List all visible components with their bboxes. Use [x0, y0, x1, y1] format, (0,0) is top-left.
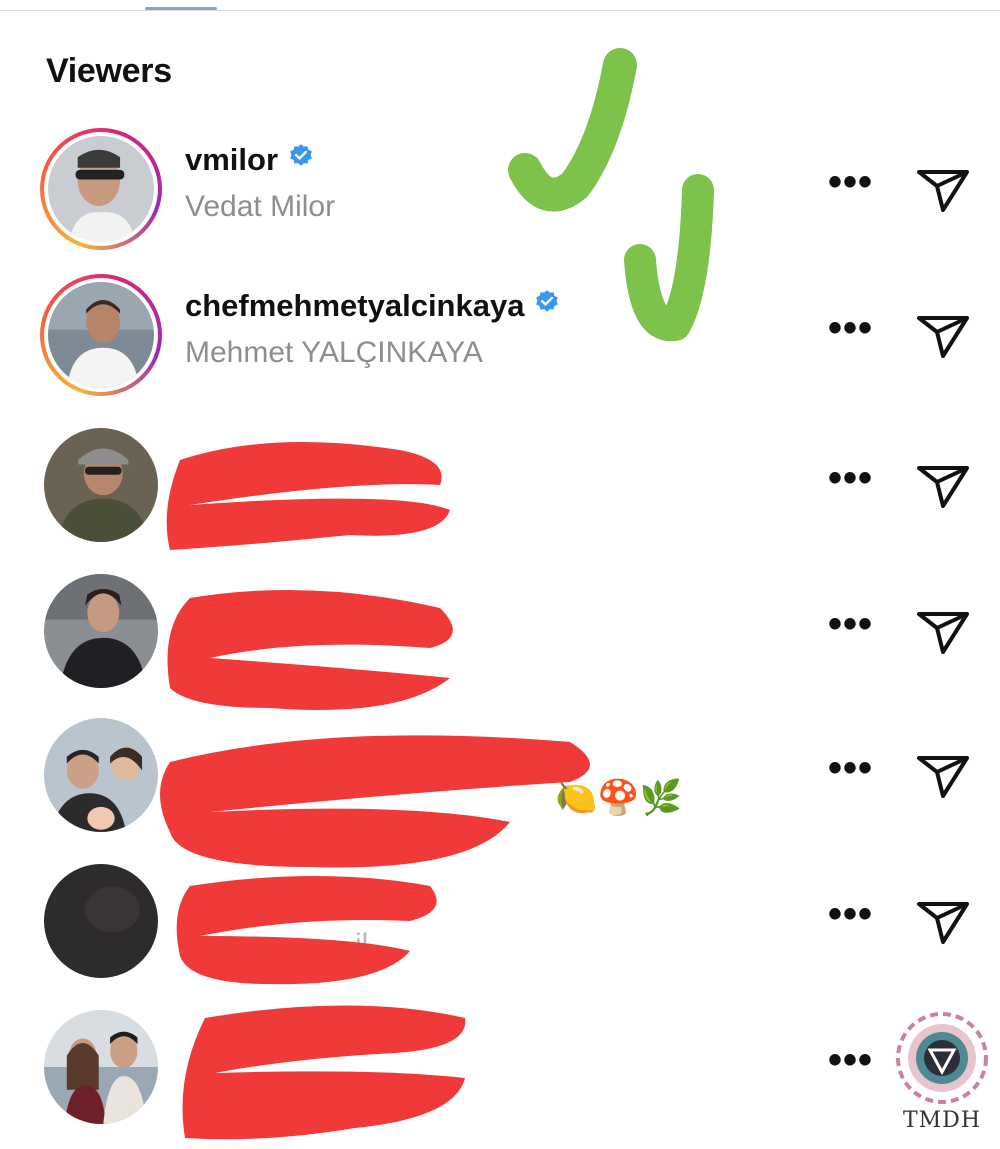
avatar[interactable] [48, 282, 154, 388]
avatar-wrap[interactable] [40, 1006, 162, 1128]
viewer-row-vmilor[interactable]: vmilor Vedat Milor ••• [0, 128, 1000, 268]
avatar[interactable] [48, 136, 154, 242]
viewer-row-redacted[interactable]: ••• [0, 1006, 1000, 1146]
full-name: Vedat Milor [185, 190, 336, 223]
partial-text: il [355, 928, 369, 961]
send-icon[interactable] [915, 310, 971, 360]
partial-text: "1 [188, 644, 216, 677]
more-options-button[interactable]: ••• [828, 308, 873, 348]
verified-badge-icon [290, 144, 312, 166]
bio-emojis: 🍋🍄🌿 [555, 779, 683, 817]
more-options-button[interactable]: ••• [828, 748, 873, 788]
watermark-logo: TMDH [892, 1008, 992, 1138]
username[interactable]: vmilor [185, 142, 314, 178]
viewer-row-chefmehmetyalcinkaya[interactable]: chefmehmetyalcinkaya Mehmet YALÇINKAYA •… [0, 274, 1000, 414]
send-icon[interactable] [915, 460, 971, 510]
avatar-wrap[interactable] [40, 570, 162, 692]
more-options-button[interactable]: ••• [828, 458, 873, 498]
more-options-button[interactable]: ••• [828, 162, 873, 202]
more-options-button[interactable]: ••• [828, 1040, 873, 1080]
story-ring[interactable] [40, 274, 162, 396]
viewers-title: Viewers [46, 52, 172, 90]
more-options-button[interactable]: ••• [828, 894, 873, 934]
viewer-row-redacted[interactable]: ••• 🍋🍄🌿 [0, 714, 1000, 854]
avatar[interactable] [44, 428, 158, 542]
username[interactable]: chefmehmetyalcinkaya [185, 288, 560, 324]
mandala-logo-icon [896, 1012, 988, 1104]
avatar[interactable] [44, 574, 158, 688]
full-name: Mehmet YALÇINKAYA [185, 336, 483, 369]
avatar[interactable] [44, 1010, 158, 1124]
send-icon[interactable] [915, 750, 971, 800]
avatar[interactable] [44, 718, 158, 832]
send-icon[interactable] [915, 896, 971, 946]
story-ring[interactable] [40, 128, 162, 250]
viewer-row-redacted[interactable]: ••• [0, 424, 1000, 564]
viewer-row-redacted[interactable]: ••• [0, 860, 1000, 1000]
avatar[interactable] [44, 864, 158, 978]
tab-indicator [145, 7, 217, 10]
send-icon[interactable] [915, 606, 971, 656]
send-icon[interactable] [915, 164, 971, 214]
watermark-text: TMDH [902, 1108, 982, 1133]
avatar-wrap[interactable] [40, 424, 162, 546]
top-divider [0, 0, 1000, 11]
more-options-button[interactable]: ••• [828, 604, 873, 644]
avatar-wrap[interactable] [40, 714, 162, 836]
verified-badge-icon [536, 290, 559, 312]
avatar-wrap[interactable] [40, 860, 162, 982]
viewer-row-redacted[interactable]: ••• [0, 570, 1000, 710]
